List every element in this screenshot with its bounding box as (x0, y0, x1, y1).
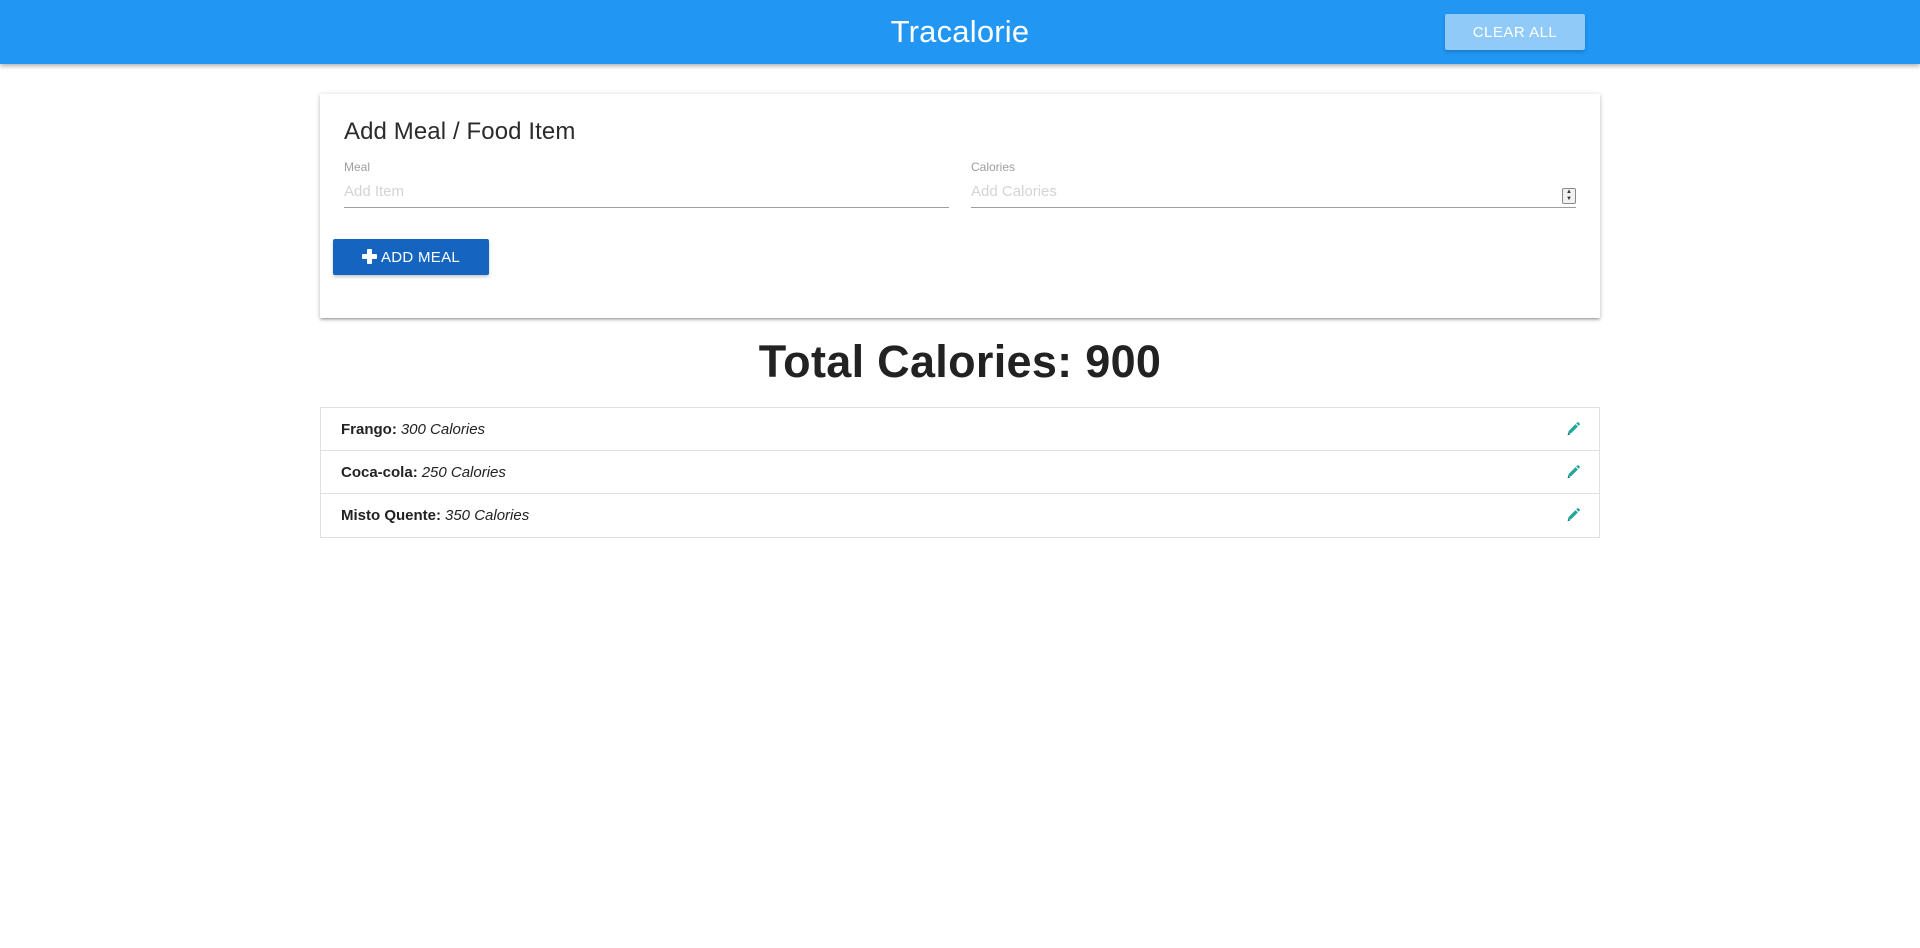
pencil-icon[interactable] (1565, 421, 1581, 437)
item-name: Misto Quente: (341, 507, 441, 524)
meal-field: Meal (344, 160, 949, 214)
add-meal-label: ADD MEAL (380, 248, 461, 266)
total-calories-label: Total Calories: (758, 336, 1073, 387)
item-name: Coca-cola: (341, 463, 418, 481)
card-title: Add Meal / Food Item (344, 118, 576, 145)
add-meal-card: Add Meal / Food Item Meal Calories ▲ ▼ A… (320, 94, 1600, 318)
spinner-up-icon[interactable]: ▲ (1566, 189, 1572, 196)
item-name: Frango: (341, 420, 397, 438)
meal-list: Frango: 300 Calories Coca-cola: 250 Calo… (320, 407, 1600, 538)
list-item: Coca-cola: 250 Calories (321, 451, 1599, 494)
total-calories: Total Calories: 900 (0, 336, 1920, 388)
calories-label: Calories (971, 160, 1016, 174)
clear-all-button[interactable]: CLEAR ALL (1445, 14, 1585, 50)
calories-field: Calories (971, 160, 1576, 214)
meal-input[interactable] (344, 176, 949, 208)
spinner-down-icon[interactable]: ▼ (1566, 196, 1572, 203)
meal-label: Meal (344, 160, 371, 174)
list-item: Frango: 300 Calories (321, 408, 1599, 451)
navbar: Tracalorie CLEAR ALL (0, 0, 1920, 64)
item-calories: 300 Calories (400, 420, 486, 438)
pencil-icon[interactable] (1565, 464, 1581, 480)
item-calories: 250 Calories (421, 463, 506, 481)
list-item: Misto Quente: 350 Calories (321, 494, 1599, 537)
add-meal-button[interactable]: ADD MEAL (333, 239, 489, 275)
total-calories-value: 900 (1085, 336, 1162, 387)
item-calories: 350 Calories (445, 507, 530, 524)
calories-spinner[interactable]: ▲ ▼ (1562, 188, 1576, 204)
pencil-icon[interactable] (1565, 507, 1581, 523)
plus-icon (361, 248, 377, 264)
calories-input[interactable] (971, 176, 1576, 208)
brand-logo[interactable]: Tracalorie (0, 0, 1920, 64)
